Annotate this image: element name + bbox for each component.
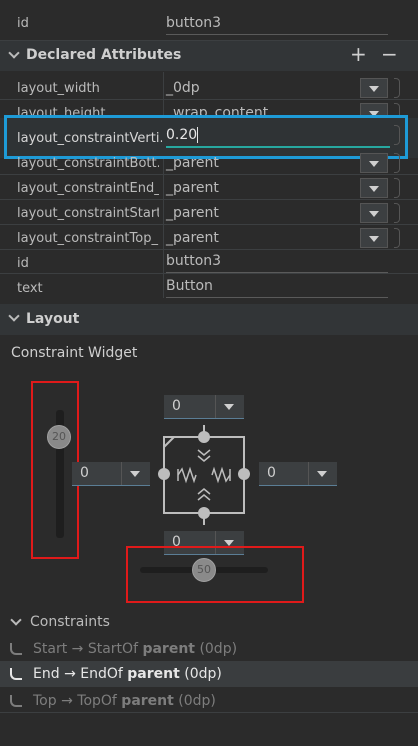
constraint-target: EndOf <box>80 666 123 682</box>
constraint-bottom-resource-picker[interactable] <box>394 153 400 173</box>
constraint-top-resource-picker[interactable] <box>394 228 400 248</box>
constraint-widget-title: Constraint Widget <box>11 345 138 361</box>
remove-attribute-button[interactable]: − <box>381 42 398 66</box>
attr-name-constraint-end: layout_constraintEnd_... <box>17 181 159 196</box>
margin-top-dropdown[interactable] <box>215 395 244 418</box>
margin-right-spinner[interactable]: 0 <box>259 462 337 486</box>
constraint-bottom-dropdown[interactable] <box>360 153 388 173</box>
margin-right-dropdown[interactable] <box>308 462 337 485</box>
chevron-down-icon <box>8 310 20 322</box>
attr-value-constraint-end[interactable]: _parent <box>166 177 354 200</box>
constraint-parent: parent <box>127 666 180 682</box>
divider <box>0 199 418 200</box>
constraint-margin: (0dp) <box>178 693 216 709</box>
constraint-top-dropdown[interactable] <box>360 228 388 248</box>
constraint-parent: parent <box>121 693 174 709</box>
constraint-arrow: → <box>64 666 76 682</box>
attr-name-id: id <box>17 256 29 271</box>
id-value-top[interactable]: button3 <box>166 12 388 35</box>
layout-section-title: Layout <box>26 311 80 327</box>
margin-left-value: 0 <box>80 465 89 481</box>
chevron-down-icon <box>8 47 20 59</box>
attr-name-layout-width: layout_width <box>17 81 100 96</box>
layout-width-dropdown[interactable] <box>360 78 388 98</box>
right-anchor-handle[interactable] <box>238 468 250 480</box>
constraint-margin: (0dp) <box>199 641 238 657</box>
constraint-start-dropdown[interactable] <box>360 203 388 223</box>
add-attribute-button[interactable]: + <box>350 42 367 66</box>
margin-left-dropdown[interactable] <box>121 462 150 485</box>
layout-width-resource-picker[interactable] <box>394 78 400 98</box>
constraint-row-end[interactable]: End → EndOf parent (0dp) <box>0 661 418 687</box>
margin-top-value: 0 <box>172 398 181 414</box>
attr-name-constraint-start: layout_constraintStart... <box>17 206 159 221</box>
bottom-anchor-handle[interactable] <box>198 507 210 519</box>
divider <box>0 224 418 225</box>
declared-attributes-header[interactable]: Declared Attributes + − <box>0 41 418 71</box>
constraint-side: End <box>33 666 60 682</box>
constraint-end-dropdown[interactable] <box>360 178 388 198</box>
constraint-arrow: → <box>71 641 84 657</box>
constraint-row-start[interactable]: Start → StartOf parent (0dp) <box>0 636 418 662</box>
constraint-side: Top <box>33 693 57 709</box>
divider <box>0 712 418 713</box>
attr-name-text: text <box>17 281 43 296</box>
constraint-hook-icon <box>10 643 22 655</box>
divider <box>0 273 418 274</box>
constraints-title: Constraints <box>30 614 110 630</box>
constraint-side: Start <box>33 641 68 657</box>
left-anchor-handle[interactable] <box>158 468 170 480</box>
attr-value-id[interactable]: button3 <box>166 250 388 273</box>
layout-section-header[interactable]: Layout <box>0 304 418 335</box>
annotation-box-horizontal <box>126 546 304 603</box>
attr-value-text[interactable]: Button <box>166 275 388 298</box>
chevron-down-icon <box>10 614 22 626</box>
top-anchor-handle[interactable] <box>198 431 210 443</box>
constraint-hook-icon <box>10 695 22 707</box>
divider <box>0 174 418 175</box>
constraint-margin: (0dp) <box>184 666 222 682</box>
divider <box>0 99 418 100</box>
margin-top-spinner[interactable]: 0 <box>164 395 244 419</box>
attr-name-constraint-top: layout_constraintTop_... <box>17 231 159 246</box>
attr-value-constraint-start[interactable]: _parent <box>166 202 354 225</box>
constraint-arrow: → <box>61 693 73 709</box>
constraint-end-resource-picker[interactable] <box>394 178 400 198</box>
attr-value-constraint-bottom[interactable]: _parent <box>166 152 354 175</box>
constraint-start-resource-picker[interactable] <box>394 203 400 223</box>
column-divider <box>163 72 164 298</box>
attr-value-layout-width[interactable]: _0dp <box>166 77 354 100</box>
margin-left-spinner[interactable]: 0 <box>72 462 150 486</box>
declared-attributes-title: Declared Attributes <box>26 47 182 63</box>
constraint-row-top[interactable]: Top → TopOf parent (0dp) <box>0 688 418 714</box>
constraint-target: TopOf <box>77 693 117 709</box>
attr-value-constraint-top[interactable]: _parent <box>166 227 354 250</box>
margin-right-value: 0 <box>267 465 276 481</box>
attr-name-constraint-bottom: layout_constraintBott... <box>17 156 159 171</box>
constraint-parent: parent <box>142 641 195 657</box>
id-label: id <box>17 16 29 31</box>
constraint-hook-icon <box>10 668 22 680</box>
constraint-target: StartOf <box>87 641 138 657</box>
